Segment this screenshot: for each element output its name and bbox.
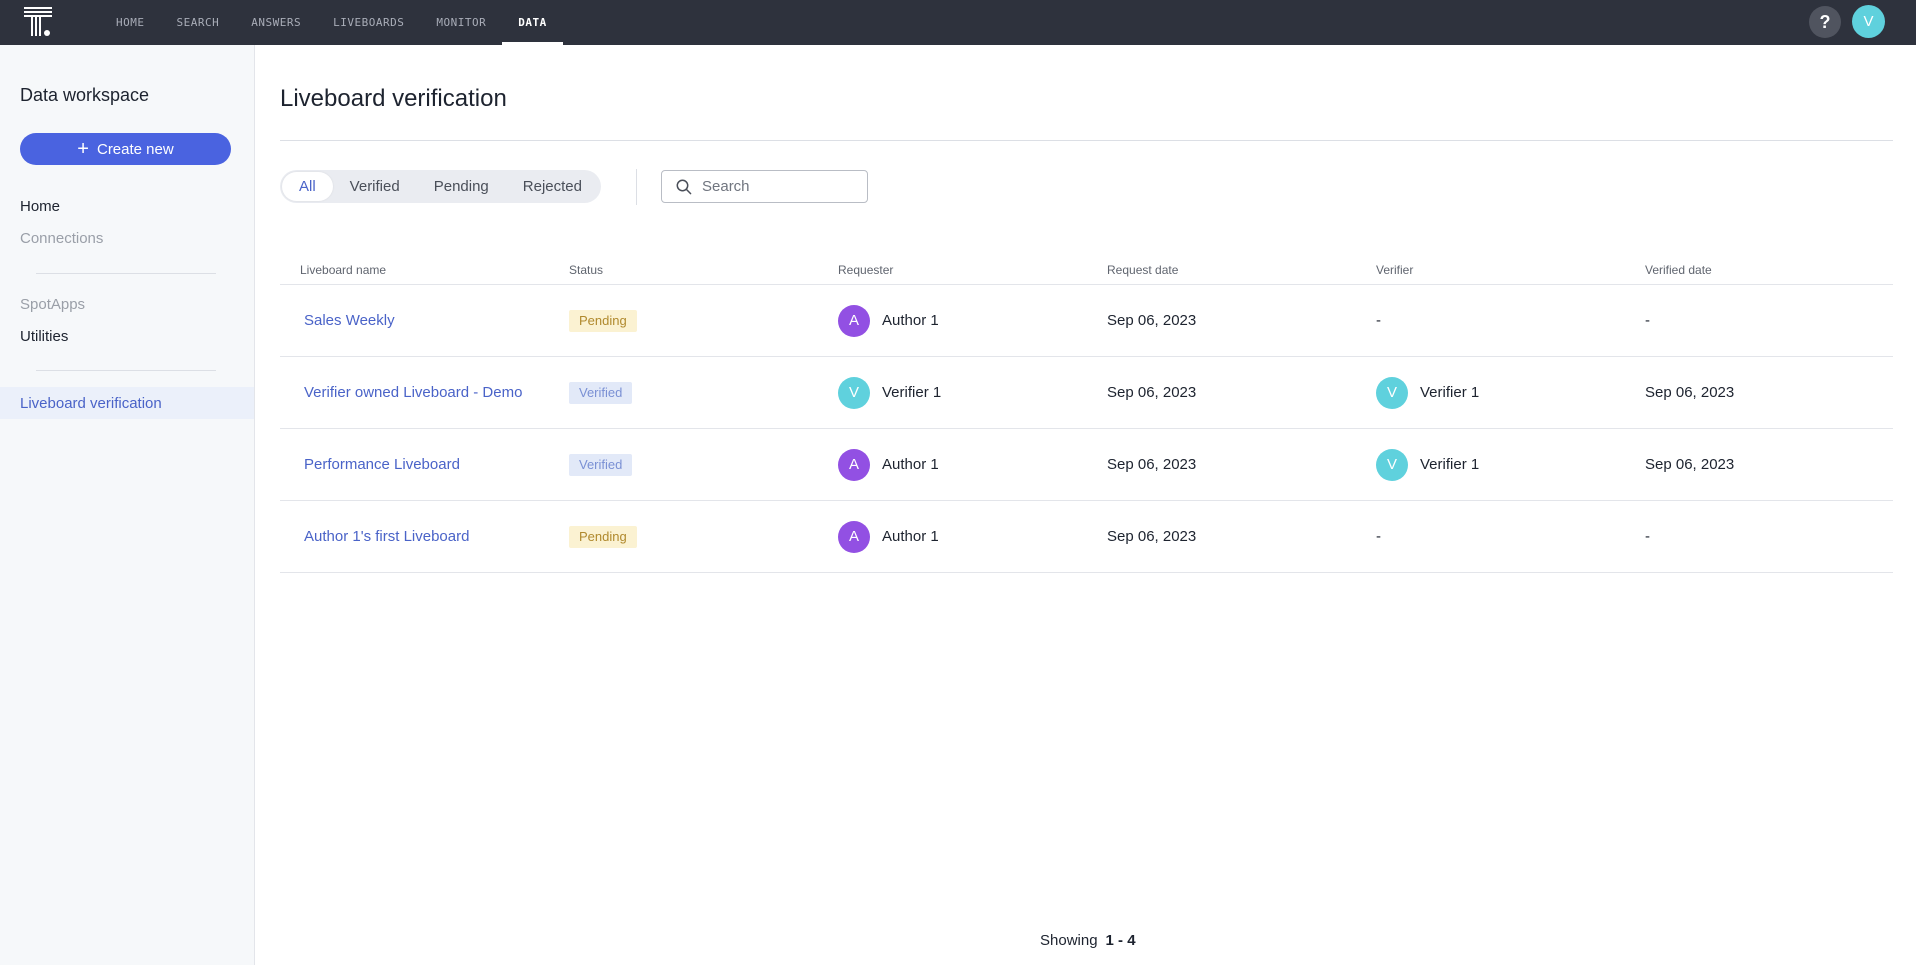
table-header: Liveboard name Status Requester Request …: [280, 255, 1893, 285]
status-filter-tabs: All Verified Pending Rejected: [280, 170, 601, 203]
column-header-verifier[interactable]: Verifier: [1376, 263, 1413, 277]
verifier-empty: -: [1376, 312, 1381, 329]
nav-item-home[interactable]: HOME: [100, 0, 161, 45]
table-row[interactable]: Verifier owned Liveboard - Demo Verified …: [280, 357, 1893, 429]
thoughtspot-logo[interactable]: [24, 7, 56, 37]
status-badge: Verified: [569, 381, 633, 404]
plus-icon: +: [77, 138, 89, 160]
filter-tab-pending[interactable]: Pending: [417, 172, 506, 201]
avatar: A: [838, 304, 870, 337]
avatar: V: [838, 376, 870, 409]
requester-name: Author 1: [882, 456, 939, 473]
avatar: V: [1376, 448, 1408, 481]
search-icon: [676, 179, 692, 194]
pagination-summary: Showing 1 - 4: [1040, 932, 1136, 949]
verifier-name: Verifier 1: [1420, 384, 1480, 401]
requester-name: Author 1: [882, 312, 939, 329]
table-row[interactable]: Author 1's first Liveboard Pending A Auth…: [280, 501, 1893, 573]
verifier: V Verifier 1: [1376, 376, 1480, 409]
avatar: A: [838, 448, 870, 481]
sidebar: Data workspace + Create new Home Connect…: [0, 45, 255, 965]
status-badge: Pending: [569, 309, 637, 332]
nav-item-monitor[interactable]: MONITOR: [420, 0, 502, 45]
nav-item-answers[interactable]: ANSWERS: [235, 0, 317, 45]
column-header-status[interactable]: Status: [569, 263, 603, 277]
verified-date: Sep 06, 2023: [1645, 384, 1735, 401]
nav-item-search[interactable]: SEARCH: [161, 0, 236, 45]
request-date: Sep 06, 2023: [1107, 312, 1197, 329]
column-header-verified-date[interactable]: Verified date: [1645, 263, 1712, 277]
column-header-request-date[interactable]: Request date: [1107, 263, 1178, 277]
help-button[interactable]: ?: [1809, 6, 1841, 38]
verifier: V Verifier 1: [1376, 448, 1480, 481]
sidebar-item-home[interactable]: Home: [20, 198, 60, 215]
sidebar-item-connections[interactable]: Connections: [20, 230, 103, 247]
sidebar-divider: [36, 370, 216, 371]
requester: A Author 1: [838, 520, 939, 553]
request-date: Sep 06, 2023: [1107, 456, 1197, 473]
user-avatar[interactable]: V: [1852, 5, 1885, 38]
filter-separator: [636, 169, 637, 205]
showing-label: Showing: [1040, 932, 1098, 949]
column-header-name[interactable]: Liveboard name: [300, 263, 386, 277]
status-badge: Verified: [569, 453, 633, 476]
requester: A Author 1: [838, 304, 939, 337]
liveboard-name-link[interactable]: Author 1's first Liveboard: [304, 528, 469, 545]
avatar: A: [838, 520, 870, 553]
status-badge: Pending: [569, 525, 637, 548]
search-box[interactable]: [661, 170, 868, 203]
filter-tab-all[interactable]: All: [282, 172, 333, 201]
top-navigation: HOME SEARCH ANSWERS LIVEBOARDS MONITOR DATA ?…: [0, 0, 1916, 45]
requester-name: Author 1: [882, 528, 939, 545]
verifier-name: Verifier 1: [1420, 456, 1480, 473]
create-new-button[interactable]: + Create new: [20, 133, 231, 165]
requester: A Author 1: [838, 448, 939, 481]
page-title: Liveboard verification: [280, 85, 507, 112]
search-input[interactable]: [702, 178, 852, 195]
verified-date: -: [1645, 528, 1650, 545]
sidebar-item-spotapps[interactable]: SpotApps: [20, 296, 85, 313]
column-header-requester[interactable]: Requester: [838, 263, 893, 277]
liveboard-name-link[interactable]: Sales Weekly: [304, 312, 395, 329]
nav-item-data[interactable]: DATA: [502, 0, 563, 45]
table-row[interactable]: Performance Liveboard Verified A Author 1…: [280, 429, 1893, 501]
logo-icon: [24, 7, 52, 36]
sidebar-title: Data workspace: [20, 85, 150, 105]
request-date: Sep 06, 2023: [1107, 384, 1197, 401]
liveboard-name-link[interactable]: Verifier owned Liveboard - Demo: [304, 384, 522, 401]
table-row[interactable]: Sales Weekly Pending A Author 1 Sep 06, 2…: [280, 285, 1893, 357]
liveboard-table: Liveboard name Status Requester Request …: [280, 255, 1893, 573]
requester: V Verifier 1: [838, 376, 942, 409]
nav-item-liveboards[interactable]: LIVEBOARDS: [317, 0, 420, 45]
sidebar-divider: [36, 273, 216, 274]
showing-range: 1 - 4: [1105, 932, 1136, 949]
liveboard-name-link[interactable]: Performance Liveboard: [304, 456, 460, 473]
sidebar-item-liveboard-verification[interactable]: Liveboard verification: [0, 387, 254, 419]
sidebar-item-utilities[interactable]: Utilities: [20, 328, 68, 345]
avatar: V: [1376, 376, 1408, 409]
requester-name: Verifier 1: [882, 384, 942, 401]
verifier-empty: -: [1376, 528, 1381, 545]
verified-date: Sep 06, 2023: [1645, 456, 1735, 473]
filter-tab-verified[interactable]: Verified: [333, 172, 417, 201]
title-divider: [280, 140, 1893, 141]
table-body: Sales Weekly Pending A Author 1 Sep 06, 2…: [280, 285, 1893, 573]
filter-tab-rejected[interactable]: Rejected: [506, 172, 599, 201]
nav-menu: HOME SEARCH ANSWERS LIVEBOARDS MONITOR DATA: [100, 0, 563, 45]
create-new-label: Create new: [96, 140, 174, 158]
request-date: Sep 06, 2023: [1107, 528, 1197, 545]
verified-date: -: [1645, 312, 1650, 329]
